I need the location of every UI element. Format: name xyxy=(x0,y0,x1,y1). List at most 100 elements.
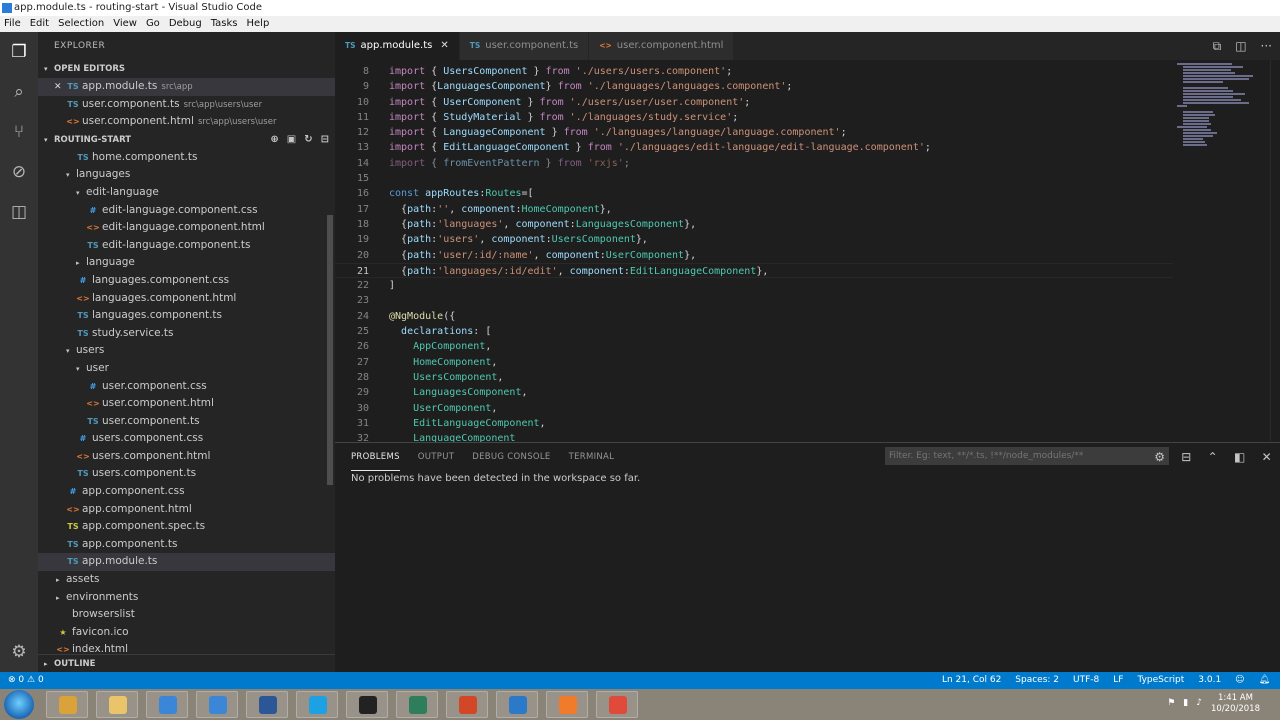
notifications-icon[interactable]: 🔔︎ xyxy=(1259,672,1270,689)
file-item[interactable]: TS languages.component.ts xyxy=(38,307,335,325)
open-changes-icon[interactable]: ⧉ xyxy=(1213,32,1222,60)
folder-item[interactable]: ▸ language xyxy=(38,254,335,272)
folder-item[interactable]: ▾ user xyxy=(38,360,335,378)
menu-go[interactable]: Go xyxy=(142,16,165,32)
file-item[interactable]: # app.component.css xyxy=(38,483,335,501)
menu-help[interactable]: Help xyxy=(243,16,275,32)
file-item[interactable]: # edit-language.component.css xyxy=(38,202,335,220)
tab-user-component-html[interactable]: <> user.component.html xyxy=(589,32,735,60)
file-item[interactable]: <> users.component.html xyxy=(38,448,335,466)
taskbar-app-icon[interactable] xyxy=(546,691,588,718)
menu-file[interactable]: File xyxy=(0,16,26,32)
taskbar-clock[interactable]: 1:41 AM 10/20/2018 xyxy=(1211,693,1260,715)
eol[interactable]: LF xyxy=(1113,672,1123,689)
problems-filter-input[interactable] xyxy=(885,447,1169,465)
code-view[interactable]: 8 import { UsersComponent } from './users… xyxy=(335,64,1173,442)
file-item[interactable]: # languages.component.css xyxy=(38,272,335,290)
chevron-right-icon[interactable]: ▸ xyxy=(56,590,66,608)
close-tab-icon[interactable]: ✕ xyxy=(440,40,448,51)
network-icon[interactable]: ▮ xyxy=(1183,698,1188,708)
toggle-panel-icon[interactable]: ◧ xyxy=(1234,443,1246,471)
file-item[interactable]: TS edit-language.component.ts xyxy=(38,237,335,255)
maximize-panel-icon[interactable]: ⌃ xyxy=(1208,443,1218,471)
chevron-down-icon[interactable]: ▾ xyxy=(76,185,86,203)
menu-selection[interactable]: Selection xyxy=(54,16,109,32)
open-editor-item[interactable]: TS user.component.ts src\app\users\user xyxy=(38,96,335,114)
search-icon[interactable]: ⌕ xyxy=(9,82,29,102)
new-file-icon[interactable]: ⊕ xyxy=(270,131,278,149)
file-item[interactable]: TS app.component.ts xyxy=(38,536,335,554)
open-editor-item[interactable]: <> user.component.html src\app\users\user xyxy=(38,113,335,131)
file-item[interactable]: TS app.component.spec.ts xyxy=(38,518,335,536)
editor-scrollbar[interactable] xyxy=(1270,60,1280,442)
panel-tab-output[interactable]: OUTPUT xyxy=(418,443,454,471)
file-item[interactable]: <> languages.component.html xyxy=(38,290,335,308)
file-item[interactable]: TS study.service.ts xyxy=(38,325,335,343)
volume-icon[interactable]: ♪ xyxy=(1196,698,1202,708)
tab-app-module-ts[interactable]: TS app.module.ts ✕ xyxy=(335,32,460,60)
close-panel-icon[interactable]: ✕ xyxy=(1262,443,1272,471)
file-item[interactable]: ★ favicon.ico xyxy=(38,624,335,642)
file-item[interactable]: # users.component.css xyxy=(38,430,335,448)
file-item[interactable]: TS app.module.ts xyxy=(38,553,335,572)
language-mode[interactable]: TypeScript xyxy=(1137,672,1184,689)
settings-gear-icon[interactable]: ⚙ xyxy=(9,642,29,662)
outline-section[interactable]: ▸ OUTLINE xyxy=(38,654,335,672)
close-editor-icon[interactable]: ✕ xyxy=(54,79,66,97)
taskbar-word-icon[interactable] xyxy=(246,691,288,718)
collapse-all-problems-icon[interactable]: ⊟ xyxy=(1181,443,1191,471)
tab-user-component-ts[interactable]: TS user.component.ts xyxy=(459,32,590,60)
chevron-right-icon[interactable]: ▸ xyxy=(76,255,86,273)
new-folder-icon[interactable]: ▣ xyxy=(287,131,296,149)
taskbar-cmd-icon[interactable] xyxy=(346,691,388,718)
taskbar-powerpoint-icon[interactable] xyxy=(446,691,488,718)
minimap[interactable] xyxy=(1173,60,1273,150)
sidebar-scrollbar[interactable] xyxy=(327,215,333,485)
taskbar-explorer-icon[interactable] xyxy=(96,691,138,718)
chevron-down-icon[interactable]: ▾ xyxy=(66,343,76,361)
collapse-all-icon[interactable]: ⊟ xyxy=(321,131,329,149)
problems-status[interactable]: ⊗ 0 ⚠ 0 xyxy=(8,672,44,689)
menu-edit[interactable]: Edit xyxy=(26,16,54,32)
taskbar-skype-icon[interactable] xyxy=(296,691,338,718)
start-button[interactable] xyxy=(4,690,34,719)
encoding[interactable]: UTF-8 xyxy=(1073,672,1099,689)
debug-icon[interactable]: ⊘ xyxy=(9,162,29,182)
project-section[interactable]: ▾ ROUTING-START ⊕ ▣ ↻ ⊟ xyxy=(38,131,335,149)
indentation[interactable]: Spaces: 2 xyxy=(1015,672,1059,689)
menu-view[interactable]: View xyxy=(109,16,142,32)
file-item[interactable]: browserslist xyxy=(38,606,335,624)
panel-tab-debug-console[interactable]: DEBUG CONSOLE xyxy=(472,443,550,471)
ts-version[interactable]: 3.0.1 xyxy=(1198,672,1221,689)
tray-flag-icon[interactable]: ⚑ xyxy=(1167,698,1175,708)
smiley-icon[interactable]: ☺ xyxy=(1235,672,1244,689)
file-item[interactable]: TS home.component.ts xyxy=(38,149,335,167)
taskbar-wordpad-icon[interactable] xyxy=(196,691,238,718)
folder-item[interactable]: ▸ environments xyxy=(38,589,335,607)
more-actions-icon[interactable]: ··· xyxy=(1261,32,1272,60)
split-editor-icon[interactable]: ◫ xyxy=(1235,32,1246,60)
filter-settings-icon[interactable]: ⚙ xyxy=(1154,443,1165,471)
panel-tab-terminal[interactable]: TERMINAL xyxy=(569,443,615,471)
folder-item[interactable]: ▸ assets xyxy=(38,571,335,589)
extensions-icon[interactable]: ◫ xyxy=(9,202,29,222)
chevron-right-icon[interactable]: ▸ xyxy=(56,572,66,590)
file-item[interactable]: TS user.component.ts xyxy=(38,413,335,431)
menu-debug[interactable]: Debug xyxy=(165,16,207,32)
taskbar-vscode-icon[interactable] xyxy=(496,691,538,718)
file-item[interactable]: <> edit-language.component.html xyxy=(38,219,335,237)
file-item[interactable]: TS users.component.ts xyxy=(38,465,335,483)
menu-tasks[interactable]: Tasks xyxy=(207,16,243,32)
chevron-down-icon[interactable]: ▾ xyxy=(66,167,76,185)
file-item[interactable]: <> user.component.html xyxy=(38,395,335,413)
cursor-position[interactable]: Ln 21, Col 62 xyxy=(942,672,1001,689)
panel-tab-problems[interactable]: PROBLEMS xyxy=(351,443,400,471)
taskbar-notes-icon[interactable] xyxy=(396,691,438,718)
file-item[interactable]: # user.component.css xyxy=(38,378,335,396)
chevron-down-icon[interactable]: ▾ xyxy=(76,361,86,379)
source-control-icon[interactable]: ⑂ xyxy=(9,122,29,142)
folder-item[interactable]: ▾ languages xyxy=(38,166,335,184)
taskbar-chrome2-icon[interactable] xyxy=(596,691,638,718)
open-editors-section[interactable]: ▾ OPEN EDITORS xyxy=(38,60,335,78)
refresh-icon[interactable]: ↻ xyxy=(304,131,312,149)
